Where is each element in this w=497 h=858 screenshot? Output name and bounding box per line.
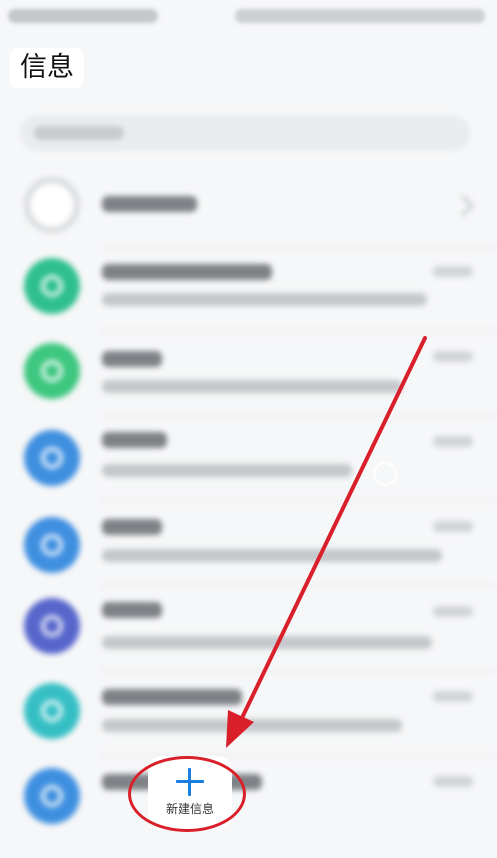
conversation-list: [0, 165, 497, 858]
avatar: [24, 768, 80, 824]
status-bar-indicators: [235, 9, 485, 23]
list-item-notifications[interactable]: [0, 165, 497, 251]
conversation-time: [433, 266, 473, 277]
list-item[interactable]: [0, 671, 497, 757]
conversation-preview: [102, 549, 442, 562]
conversation-name: [102, 196, 197, 212]
conversation-name: [102, 264, 272, 280]
conversation-name: [102, 432, 167, 448]
avatar: [24, 343, 80, 399]
conversation-name: [102, 351, 162, 367]
chevron-right-icon: [452, 194, 475, 217]
conversation-preview: [102, 636, 432, 649]
conversation-time: [433, 606, 473, 617]
conversation-preview: [102, 380, 402, 393]
avatar: [24, 517, 80, 573]
avatar: [24, 683, 80, 739]
search-placeholder: [34, 126, 124, 140]
page-title: 信息: [10, 48, 84, 88]
status-bar: [0, 0, 497, 32]
list-item[interactable]: [0, 586, 497, 672]
touch-indicator: [373, 462, 397, 486]
conversation-preview: [102, 719, 402, 732]
conversation-name: [102, 519, 162, 535]
avatar: [24, 177, 80, 233]
avatar: [24, 598, 80, 654]
conversation-name: [102, 602, 162, 618]
conversation-preview: [102, 464, 352, 477]
conversation-time: [433, 351, 473, 362]
status-bar-carrier: [8, 9, 158, 23]
conversation-time: [433, 776, 473, 787]
annotation-circle: [128, 756, 246, 832]
list-item[interactable]: [0, 416, 497, 502]
conversation-name: [102, 689, 242, 705]
conversation-time: [433, 436, 473, 447]
conversation-time: [433, 691, 473, 702]
list-item[interactable]: [0, 248, 497, 334]
avatar: [24, 258, 80, 314]
search-input[interactable]: [20, 115, 470, 151]
list-item[interactable]: [0, 756, 497, 842]
conversation-time: [433, 521, 473, 532]
list-item[interactable]: [0, 501, 497, 587]
avatar: [24, 430, 80, 486]
list-item[interactable]: [0, 331, 497, 417]
conversation-preview: [102, 293, 427, 306]
